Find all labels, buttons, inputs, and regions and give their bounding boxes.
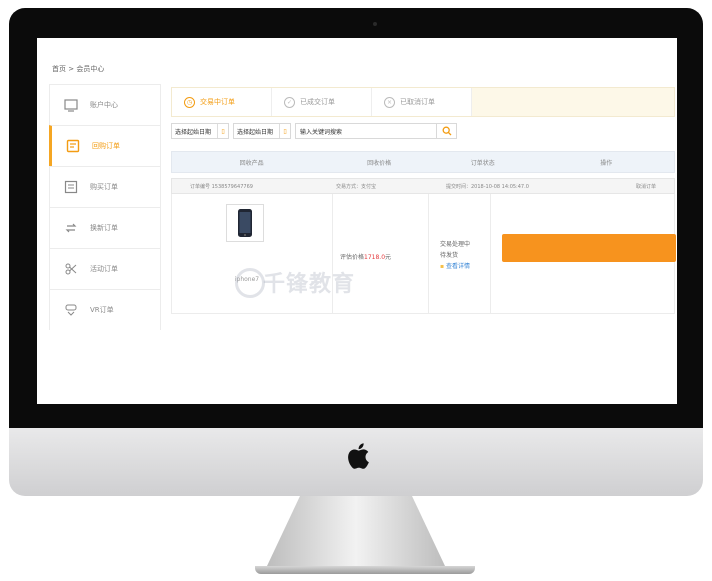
tab-label: 交易中订单 xyxy=(200,98,235,106)
view-details-link[interactable]: ▪ 查看详情 xyxy=(440,261,470,270)
search-input[interactable] xyxy=(295,123,438,139)
sidebar-item-purchase-orders[interactable]: 购买订单 xyxy=(49,166,161,207)
end-date-picker[interactable]: 选择起始日期 ▯ xyxy=(233,123,292,139)
sidebar-item-exchange-orders[interactable]: 换新订单 xyxy=(49,207,161,248)
tab-cancelled[interactable]: × 已取消订单 xyxy=(372,88,472,116)
end-date-label: 选择起始日期 xyxy=(237,128,274,136)
submit-time: 提交时间：2018-10-08 14:05:47.0 xyxy=(446,183,529,190)
sidebar-item-label: 回购订单 xyxy=(92,142,120,150)
camera xyxy=(373,22,377,26)
main-content: ◷ 交易中订单 ✓ 已成交订单 × 已取消订单 选择起始日期 ▯ 选择起始日期 … xyxy=(161,84,676,374)
order-number: 订单编号 1538579647769 xyxy=(190,183,253,190)
sidebar-item-account[interactable]: 账户中心 xyxy=(49,84,161,125)
exchange-icon xyxy=(65,223,77,233)
sidebar-item-label: 活动订单 xyxy=(90,265,118,273)
payment-method: 交易方式：支付宝 xyxy=(336,183,377,190)
sidebar: 账户中心 回购订单 购买订单 换新订单 活动订单 VR订单 xyxy=(49,84,161,374)
cancel-order-link[interactable]: 取消订单 xyxy=(636,183,656,190)
price-text: 评估价格1718.0元 xyxy=(340,252,391,261)
sidebar-item-buyback-orders[interactable]: 回购订单 xyxy=(49,125,161,166)
x-circle-icon: × xyxy=(384,96,395,108)
column-divider xyxy=(490,194,491,314)
start-date-picker[interactable]: 选择起始日期 ▯ xyxy=(171,123,230,139)
status-text: 交易处理中 xyxy=(440,241,471,248)
column-header-status: 订单状态 xyxy=(470,159,495,167)
column-header-price: 回收价格 xyxy=(367,159,392,167)
product-image xyxy=(226,204,264,242)
order-info-bar: 订单编号 1538579647769 交易方式：支付宝 提交时间：2018-10… xyxy=(171,178,675,194)
sidebar-item-activity-orders[interactable]: 活动订单 xyxy=(49,248,161,289)
imac-stand xyxy=(267,496,445,566)
sidebar-item-label: 购买订单 xyxy=(90,183,118,191)
price-value: 1718.0 xyxy=(364,254,386,261)
watermark-logo-icon xyxy=(235,268,265,298)
sidebar-item-vr-orders[interactable]: VR订单 xyxy=(49,289,161,330)
column-header-action: 操作 xyxy=(600,159,613,167)
status-subtext: 待发货 xyxy=(440,252,459,259)
tab-completed[interactable]: ✓ 已成交订单 xyxy=(272,88,372,116)
search-icon xyxy=(442,126,451,136)
calendar-icon: ▯ xyxy=(217,124,228,138)
calendar-icon: ▯ xyxy=(279,124,290,138)
scissors-icon xyxy=(65,263,77,275)
table-header: 回收产品 回收价格 订单状态 操作 xyxy=(171,151,675,173)
view-details-label: 查看详情 xyxy=(446,263,471,270)
tab-label: 已成交订单 xyxy=(300,98,335,106)
monitor-icon xyxy=(64,99,78,112)
details-icon: ▪ xyxy=(440,263,445,270)
filter-bar: 选择起始日期 ▯ 选择起始日期 ▯ xyxy=(171,123,458,143)
order-list-icon xyxy=(66,139,80,153)
column-header-product: 回收产品 xyxy=(239,159,264,167)
price-label: 评估价格 xyxy=(340,254,365,261)
vr-icon xyxy=(65,304,77,316)
column-divider xyxy=(428,194,429,314)
clock-icon: ◷ xyxy=(184,96,195,108)
apple-logo-icon xyxy=(348,443,369,469)
order-tabs: ◷ 交易中订单 ✓ 已成交订单 × 已取消订单 xyxy=(171,87,675,117)
check-circle-icon: ✓ xyxy=(284,96,295,108)
imac-stand-base xyxy=(255,566,475,574)
sidebar-item-label: 账户中心 xyxy=(90,101,118,109)
start-date-label: 选择起始日期 xyxy=(175,128,212,136)
screen: 首页 > 会员中心 账户中心 回购订单 购买订单 换新订单 活动订单 VR订单 xyxy=(37,38,677,404)
order-action-button[interactable] xyxy=(502,234,676,262)
sidebar-item-label: VR订单 xyxy=(90,306,114,314)
sidebar-item-label: 换新订单 xyxy=(90,224,118,232)
tab-label: 已取消订单 xyxy=(400,98,435,106)
price-unit: 元 xyxy=(385,254,392,261)
tab-in-progress[interactable]: ◷ 交易中订单 xyxy=(172,88,272,116)
search-button[interactable] xyxy=(437,123,458,139)
cart-list-icon xyxy=(64,180,78,194)
watermark: 千锋教育 xyxy=(263,272,356,297)
breadcrumb[interactable]: 首页 > 会员中心 xyxy=(52,64,104,74)
